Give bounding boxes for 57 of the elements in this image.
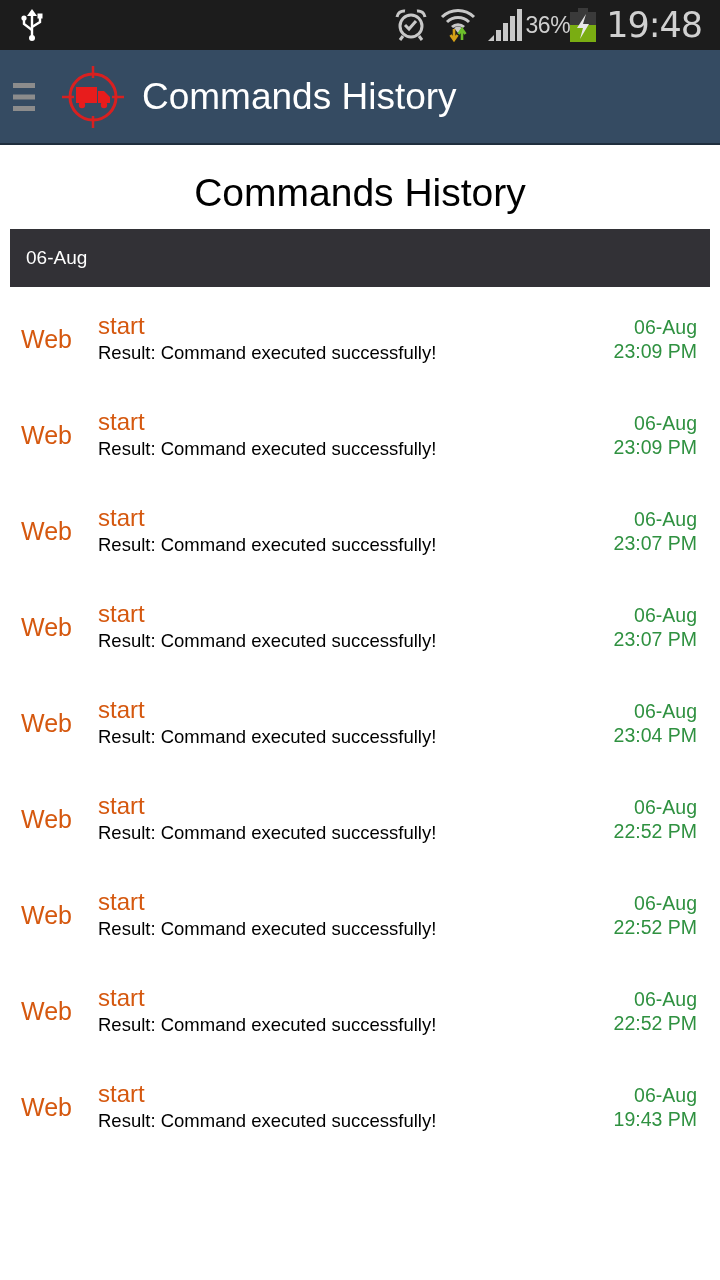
command-source: Web [21,804,73,834]
command-result: Result: Command executed successfully! [98,437,437,461]
command-result: Result: Command executed successfully! [98,725,437,749]
command-date: 06-Aug [634,891,697,915]
command-time: 23:04 PM [613,723,697,747]
page-title: Commands History [193,170,527,216]
clock-time: 19:48 [606,5,702,45]
command-date: 06-Aug [634,315,697,339]
command-date: 06-Aug [634,987,697,1011]
command-name: start [98,504,145,532]
command-result: Result: Command executed successfully! [98,533,437,557]
command-time: 22:52 PM [613,819,697,843]
command-date: 06-Aug [634,411,697,435]
date-header: 06-Aug [10,229,710,287]
command-name: start [98,792,145,820]
command-result: Result: Command executed successfully! [98,341,437,365]
signal-icon [487,9,522,41]
command-time: 22:52 PM [613,1011,697,1035]
command-name: start [98,888,145,916]
command-result: Result: Command executed successfully! [98,1013,437,1037]
command-time: 23:09 PM [613,339,697,363]
command-name: start [98,312,145,340]
command-date: 06-Aug [634,603,697,627]
command-date: 06-Aug [634,699,697,723]
command-source: Web [21,324,73,354]
command-source: Web [21,420,73,450]
command-time: 23:07 PM [613,627,697,651]
command-date: 06-Aug [634,795,697,819]
command-source: Web [21,996,73,1026]
command-result: Result: Command executed successfully! [98,917,437,941]
usb-icon [20,8,44,42]
command-time: 19:43 PM [613,1107,697,1131]
command-source: Web [21,708,73,738]
crosshair-truck-icon [62,65,124,128]
command-time: 22:52 PM [613,915,697,939]
command-date: 06-Aug [634,1083,697,1107]
command-result: Result: Command executed successfully! [98,629,437,653]
command-source: Web [21,516,73,546]
command-name: start [98,600,145,628]
battery-percent: 36% [525,11,571,39]
command-name: start [98,696,145,724]
command-time: 23:09 PM [613,435,697,459]
command-source: Web [21,612,73,642]
command-result: Result: Command executed successfully! [98,1109,437,1133]
alarm-clock-icon [393,8,428,42]
app-bar-title: Commands History [142,75,457,118]
command-source: Web [21,1092,73,1122]
command-name: start [98,1080,145,1108]
menu-icon[interactable] [13,82,35,111]
command-name: start [98,984,145,1012]
command-date: 06-Aug [634,507,697,531]
command-result: Result: Command executed successfully! [98,821,437,845]
command-source: Web [21,900,73,930]
wifi-icon [439,7,476,43]
battery-charging-icon [570,8,597,42]
command-name: start [98,408,145,436]
command-time: 23:07 PM [613,531,697,555]
